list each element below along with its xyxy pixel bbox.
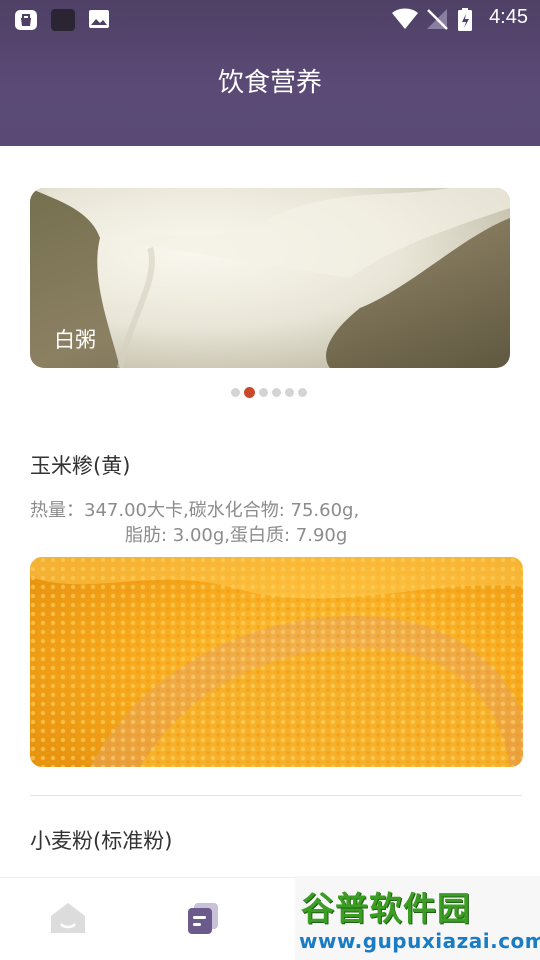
square-app-icon — [51, 8, 75, 31]
home-icon — [49, 900, 87, 940]
watermark-logo: 谷普软件园 www.gupuxiazai.com — [295, 876, 540, 960]
carousel-dot — [285, 387, 294, 397]
carousel-indicator — [231, 386, 307, 398]
article-icon — [185, 900, 221, 940]
shopping-bag-icon — [14, 8, 37, 30]
carousel-dot — [259, 387, 268, 397]
nav-item-articles[interactable] — [135, 878, 270, 960]
banner-caption: 白粥 — [54, 328, 96, 352]
watermark-logo-text: 谷普软件园 — [301, 889, 471, 928]
carousel-dot — [272, 387, 281, 397]
status-time: 4:45 — [489, 6, 528, 28]
no-signal-icon — [426, 8, 448, 30]
nutrition-line-2: 脂肪: 3.00g,蛋白质: 7.90g — [125, 525, 348, 546]
food-nutrition-info: 热量：347.00大卡,碳水化合物: 75.60g, 脂肪: 3.00g,蛋白质… — [30, 498, 510, 548]
food-item-image[interactable] — [30, 557, 523, 767]
nav-item-home[interactable] — [0, 878, 135, 960]
carousel-dot — [298, 387, 307, 397]
page-title: 饮食营养 — [217, 68, 322, 98]
food-item-title[interactable]: 小麦粉(标准粉) — [30, 825, 172, 855]
app-header: 4:45 饮食营养 — [0, 0, 540, 146]
banner-carousel[interactable]: 白粥 — [30, 188, 510, 368]
wifi-icon — [392, 8, 418, 30]
watermark-url: www.gupuxiazai.com — [299, 929, 540, 953]
battery-icon — [457, 8, 473, 31]
carousel-dot — [231, 387, 240, 397]
carousel-dot-active — [244, 386, 255, 398]
food-item-title[interactable]: 玉米糁(黄) — [30, 450, 130, 480]
status-bar: 4:45 — [0, 0, 540, 36]
banner-image — [30, 188, 510, 368]
image-icon — [88, 8, 110, 30]
corn-grits-image — [30, 557, 523, 767]
list-divider — [30, 795, 522, 796]
nutrition-line-1: 热量：347.00大卡,碳水化合物: 75.60g, — [30, 500, 360, 521]
